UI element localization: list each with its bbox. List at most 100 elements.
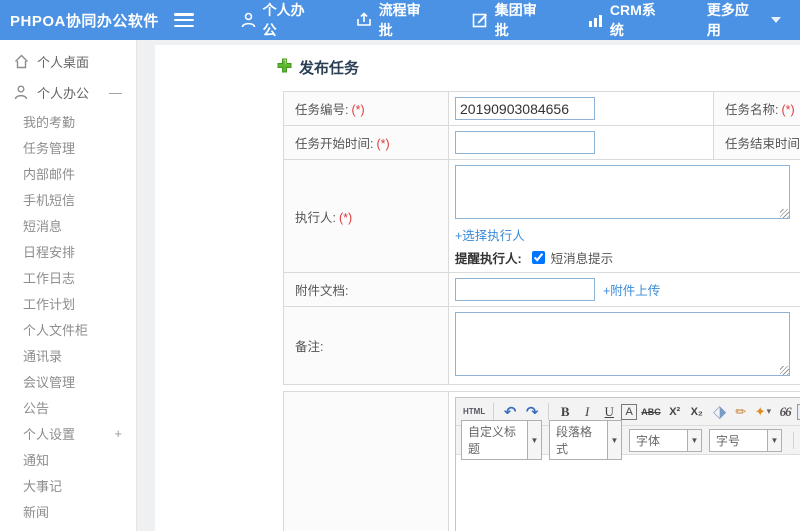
underline-button[interactable]: U	[599, 402, 619, 422]
task-number-input[interactable]	[455, 97, 595, 120]
auto-typeset-wand-icon[interactable]: ✦ ▾	[753, 402, 773, 422]
sidebar-item-news[interactable]: 新闻	[0, 498, 136, 524]
nav-workflow-approval[interactable]: 流程审批	[337, 0, 453, 40]
blockquote-button[interactable]: 66	[775, 402, 795, 422]
sidebar-item-label: 会议管理	[23, 374, 76, 390]
end-time-label-cell: 任务结束时间:(*)	[713, 125, 800, 160]
resize-grip-icon[interactable]	[780, 366, 789, 375]
sidebar-item-personal-office[interactable]: 个人办公 —	[0, 77, 136, 108]
sms-notify-label: 短消息提示	[550, 252, 614, 266]
dropdown-value: 自定义标题	[461, 420, 527, 460]
font-size-dropdown[interactable]: 字号 ▼	[709, 428, 782, 452]
sidebar-item-work-plan[interactable]: 工作计划	[0, 290, 136, 316]
collapse-icon[interactable]: —	[109, 85, 122, 100]
field-label: 备注:	[295, 340, 324, 354]
form-row-start-time: 任务开始时间:(*) 任务结束时间:(*)	[283, 125, 800, 160]
bold-button[interactable]: B	[555, 402, 575, 422]
sidebar-item-announcement[interactable]: 公告	[0, 394, 136, 420]
char-border-button[interactable]: A	[621, 403, 638, 420]
sidebar-item-personal-settings[interactable]: 个人设置 +	[0, 420, 136, 446]
start-time-input[interactable]	[455, 131, 595, 154]
paragraph-format-dropdown[interactable]: 段落格式 ▼	[549, 420, 622, 460]
choose-executor-link[interactable]: +选择执行人	[455, 229, 525, 243]
sidebar-item-my-attendance[interactable]: 我的考勤	[0, 108, 136, 134]
caret-down-icon: ▼	[767, 428, 782, 452]
sidebar-item-meeting-management[interactable]: 会议管理	[0, 368, 136, 394]
executor-textarea[interactable]	[455, 165, 790, 219]
caret-down-icon: ▾	[766, 406, 772, 416]
form-row-attachment: 附件文档: +附件上传	[283, 272, 800, 307]
sidebar-item-label: 我的考勤	[23, 114, 76, 130]
sidebar-item-task-management[interactable]: 任务管理	[0, 134, 136, 160]
sidebar-item-label: 工作计划	[23, 296, 76, 312]
editor-toolbar-row2: 自定义标题 ▼ 段落格式 ▼ 字体 ▼ 字号 ▼	[456, 420, 800, 460]
task-number-label-cell: 任务编号: (*)	[283, 91, 449, 126]
task-form-table: 任务编号:(*) 任务名称:(*) 任务开始时间:(*)	[283, 91, 800, 385]
field-label: 任务开始时间:	[295, 137, 374, 151]
strikethrough-button[interactable]: ABC	[639, 402, 663, 422]
nav-more-apps[interactable]: 更多应用	[688, 0, 800, 40]
sidebar-item-personal-desktop[interactable]: 个人桌面	[0, 46, 136, 77]
format-painter-brush-icon[interactable]: ✏	[731, 402, 751, 422]
sidebar-menu: 个人桌面 个人办公 — 我的考勤 任务管理 内部邮件 手机短信 短消息 日程安排…	[0, 40, 137, 531]
sidebar-item-label: 工作日志	[23, 270, 76, 286]
remove-format-eraser-icon[interactable]: ◪	[705, 397, 733, 425]
sidebar-item-contacts[interactable]: 通讯录	[0, 342, 136, 368]
caret-down-icon	[770, 17, 781, 23]
sms-notify-checkbox[interactable]	[531, 251, 545, 264]
resize-grip-icon[interactable]	[780, 209, 789, 218]
app-window: PHPOA协同办公软件 个人办公 流程审批 集团审批 CRM系统 更多应用 个人…	[0, 0, 800, 531]
remark-textarea[interactable]	[455, 312, 790, 376]
form-row-executor: 执行人: (*) +选择执行人 提醒执行人: 短消息提示	[283, 159, 800, 273]
sidebar-item-label: 任务管理	[23, 140, 76, 156]
sidebar-item-label: 新闻	[23, 504, 50, 520]
nav-label: 集团审批	[494, 2, 537, 38]
rich-text-editor: HTML ↶ ↷ B I U A ABC X² X₂ ◪ ✏ ✦ ▾ 66 自定…	[455, 397, 800, 531]
required-mark: (*)	[351, 103, 365, 117]
sidebar-item-label: 个人文件柜	[23, 322, 89, 338]
nav-crm-system[interactable]: CRM系统	[569, 0, 688, 40]
remark-input-cell	[448, 306, 800, 385]
sidebar-item-milestones[interactable]: 大事记	[0, 472, 136, 498]
sidebar-item-personal-files[interactable]: 个人文件柜	[0, 316, 136, 342]
page-title: 发布任务	[277, 57, 800, 78]
sidebar-item-label: 公告	[23, 400, 50, 416]
field-label: 任务名称:	[725, 103, 779, 117]
sidebar-item-work-log[interactable]: 工作日志	[0, 264, 136, 290]
sidebar-item-label: 个人桌面	[37, 55, 90, 70]
required-mark: (*)	[781, 103, 795, 117]
task-description-table: 任务描述:(*) HTML ↶ ↷ B I	[283, 391, 800, 531]
nav-label: 个人办公	[262, 2, 305, 38]
sidebar-item-label: 个人设置	[23, 426, 76, 442]
editor-content-area[interactable]	[456, 455, 800, 531]
required-mark: (*)	[338, 210, 353, 225]
field-label: 任务结束时间:	[725, 137, 800, 151]
nav-personal-office[interactable]: 个人办公	[222, 0, 337, 40]
sidebar-item-notice[interactable]: 通知	[0, 446, 136, 472]
undo-button[interactable]: ↶	[500, 402, 520, 422]
sidebar-item-schedule[interactable]: 日程安排	[0, 238, 136, 264]
expand-icon[interactable]: +	[114, 426, 122, 441]
caret-down-icon: ▼	[527, 420, 542, 460]
custom-title-dropdown[interactable]: 自定义标题 ▼	[461, 420, 542, 460]
font-family-dropdown[interactable]: 字体 ▼	[629, 428, 702, 452]
attachment-upload-link[interactable]: +附件上传	[603, 280, 660, 299]
redo-button[interactable]: ↷	[522, 402, 542, 422]
workflow-share-icon	[356, 12, 372, 28]
form-row-remark: 备注:	[283, 306, 800, 385]
main-nav: 个人办公 流程审批 集团审批 CRM系统 更多应用	[222, 0, 800, 40]
hamburger-icon[interactable]	[173, 13, 194, 27]
executor-input-cell: +选择执行人 提醒执行人: 短消息提示	[448, 159, 800, 273]
html-source-button[interactable]: HTML	[461, 402, 487, 422]
app-logo: PHPOA协同办公软件	[10, 12, 159, 30]
sidebar-item-short-message[interactable]: 短消息	[0, 212, 136, 238]
attachment-input[interactable]	[455, 278, 595, 301]
page-title-text: 发布任务	[299, 60, 360, 77]
italic-button[interactable]: I	[577, 402, 597, 422]
nav-group-approval[interactable]: 集团审批	[453, 0, 569, 40]
sidebar-item-mobile-sms[interactable]: 手机短信	[0, 186, 136, 212]
superscript-button[interactable]: X²	[665, 402, 685, 422]
nav-label: 更多应用	[706, 2, 749, 38]
toolbar-separator	[548, 403, 550, 420]
sidebar-item-internal-mail[interactable]: 内部邮件	[0, 160, 136, 186]
